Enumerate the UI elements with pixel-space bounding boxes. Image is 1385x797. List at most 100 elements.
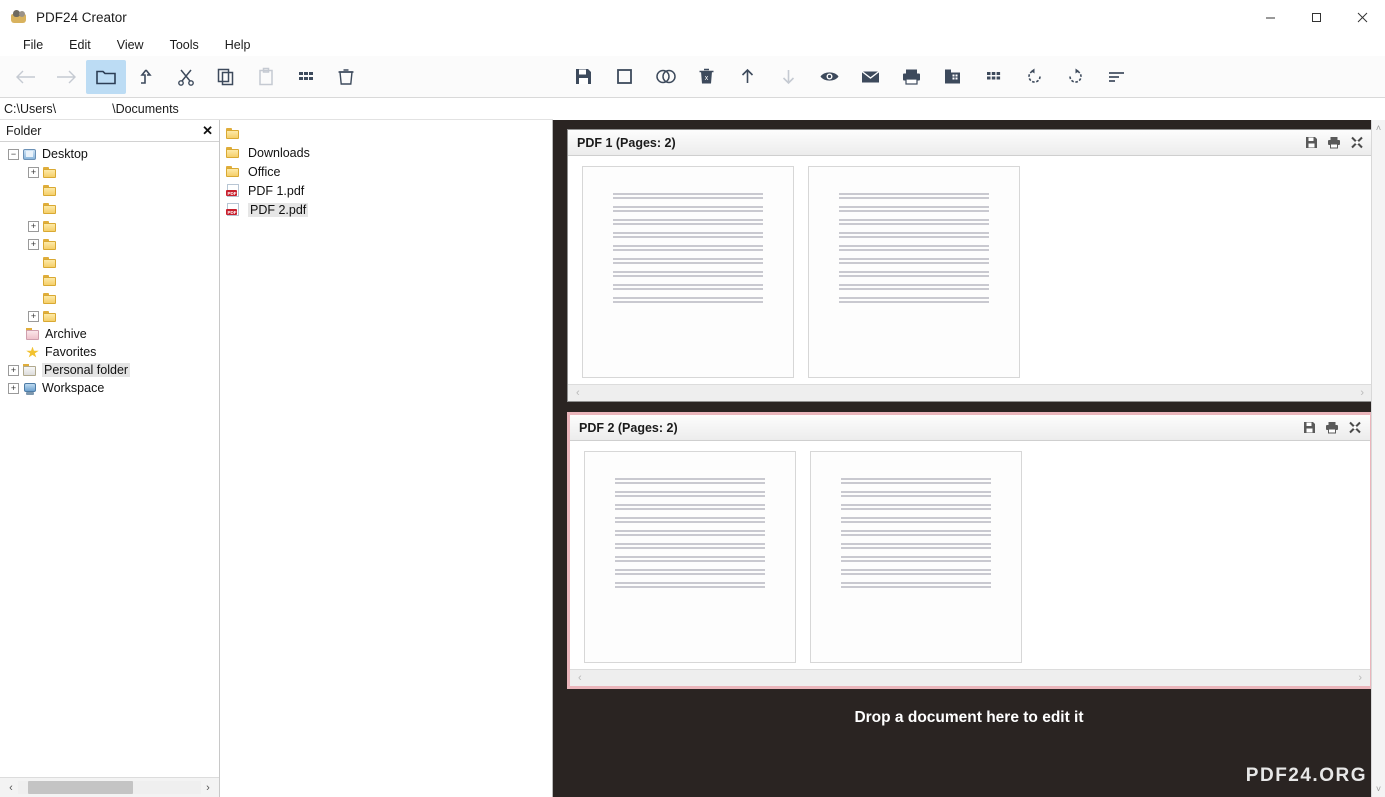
tree-node-child[interactable]: + <box>0 307 219 325</box>
scroll-thumb[interactable] <box>28 781 133 794</box>
select-page-button[interactable] <box>604 60 645 94</box>
expander-icon[interactable]: + <box>28 220 39 232</box>
folder-tree-horizontal-scrollbar[interactable]: ‹ › <box>0 777 219 797</box>
menu-view[interactable]: View <box>104 36 157 54</box>
page-thumbnail[interactable] <box>810 451 1022 663</box>
tree-node-child[interactable] <box>0 181 219 199</box>
email-button[interactable] <box>850 60 891 94</box>
tree-node-child[interactable]: + <box>0 217 219 235</box>
folder-button[interactable] <box>86 59 126 94</box>
print-button[interactable] <box>891 60 932 94</box>
tree-node-favorites[interactable]: Favorites <box>0 343 219 361</box>
folder-pane-header: Folder ✕ <box>0 120 219 142</box>
menu-tools[interactable]: Tools <box>157 36 212 54</box>
document-actions <box>1303 421 1362 434</box>
list-item[interactable]: PDF PDF 2.pdf <box>220 200 552 219</box>
merge-button[interactable] <box>645 60 686 94</box>
expander-icon[interactable]: + <box>8 364 19 376</box>
list-item[interactable] <box>220 124 552 143</box>
path-bar[interactable]: C:\Users\ \Documents <box>0 98 553 120</box>
rotate-left-button[interactable] <box>1014 60 1055 94</box>
page-thumbnail[interactable] <box>808 166 1020 378</box>
list-item[interactable]: PDF PDF 1.pdf <box>220 181 552 200</box>
move-up-button[interactable] <box>126 60 166 94</box>
page-move-down-button[interactable] <box>768 60 809 94</box>
file-toolbar <box>0 56 553 98</box>
fax-button[interactable] <box>932 60 973 94</box>
viewer-vertical-scrollbar[interactable]: ˄ ˅ <box>1371 120 1385 797</box>
scroll-left-arrow-icon[interactable]: ‹ <box>578 672 582 684</box>
rotate-right-button[interactable] <box>1055 60 1096 94</box>
tree-node-child[interactable] <box>0 271 219 289</box>
close-icon[interactable] <box>1348 421 1362 434</box>
menu-edit[interactable]: Edit <box>56 36 104 54</box>
page-thumbnail[interactable] <box>582 166 794 378</box>
print-icon[interactable] <box>1325 421 1339 434</box>
tree-node-child[interactable] <box>0 289 219 307</box>
scroll-right-arrow-icon[interactable]: › <box>201 782 215 794</box>
page-move-up-button[interactable] <box>727 60 768 94</box>
page-thumbnails <box>568 156 1372 384</box>
scroll-track[interactable] <box>18 781 201 794</box>
scroll-left-arrow-icon[interactable]: ‹ <box>576 387 580 399</box>
minimize-icon <box>1265 17 1275 18</box>
tree-node-desktop[interactable]: − Desktop <box>0 145 219 163</box>
email-icon <box>861 70 880 83</box>
drop-zone[interactable]: Drop a document here to edit it <box>553 709 1385 727</box>
scroll-left-arrow-icon[interactable]: ‹ <box>4 782 18 794</box>
document-panel-pdf1[interactable]: PDF 1 (Pages: 2) ‹ › <box>567 129 1373 402</box>
tree-node-child[interactable] <box>0 253 219 271</box>
tree-node-personal-folder[interactable]: + Personal folder <box>0 361 219 379</box>
document-actions <box>1305 136 1364 149</box>
tree-node-child[interactable]: + <box>0 163 219 181</box>
delete-button[interactable] <box>326 60 366 94</box>
toolbar-row: x <box>0 56 1385 98</box>
scroll-up-arrow-icon[interactable]: ˄ <box>1376 123 1381 133</box>
expander-icon[interactable]: + <box>28 166 39 178</box>
expander-icon[interactable]: + <box>28 310 39 322</box>
folder-icon <box>225 164 242 179</box>
document-horizontal-scrollbar[interactable]: ‹ › <box>570 669 1370 686</box>
page-grid-button[interactable] <box>973 60 1014 94</box>
maximize-button[interactable] <box>1293 0 1339 34</box>
close-icon[interactable]: ✕ <box>202 124 213 137</box>
tree-node-workspace[interactable]: + Workspace <box>0 379 219 397</box>
preview-button[interactable] <box>809 60 850 94</box>
print-icon[interactable] <box>1327 136 1341 149</box>
tree-node-label: Workspace <box>42 381 105 395</box>
menu-file[interactable]: File <box>10 36 56 54</box>
expander-icon[interactable]: − <box>8 148 19 160</box>
tree-node-archive[interactable]: Archive <box>0 325 219 343</box>
list-item[interactable]: Downloads <box>220 143 552 162</box>
forward-icon <box>57 70 76 83</box>
copy-button[interactable] <box>206 60 246 94</box>
cut-button[interactable] <box>166 60 206 94</box>
paste-button[interactable] <box>246 60 286 94</box>
properties-button[interactable] <box>1096 60 1137 94</box>
back-button[interactable] <box>6 60 46 94</box>
delete-page-button[interactable]: x <box>686 60 727 94</box>
scroll-right-arrow-icon[interactable]: › <box>1358 672 1362 684</box>
folder-icon <box>42 309 59 324</box>
document-panel-pdf2[interactable]: PDF 2 (Pages: 2) ‹ › <box>567 412 1373 689</box>
page-thumbnail[interactable] <box>584 451 796 663</box>
minimize-button[interactable] <box>1247 0 1293 34</box>
document-horizontal-scrollbar[interactable]: ‹ › <box>568 384 1372 401</box>
expander-icon[interactable]: + <box>28 238 39 250</box>
forward-button[interactable] <box>46 60 86 94</box>
save-icon[interactable] <box>1305 136 1318 149</box>
scroll-right-arrow-icon[interactable]: › <box>1360 387 1364 399</box>
save-button[interactable] <box>563 60 604 94</box>
grid-view-button[interactable] <box>286 60 326 94</box>
save-icon[interactable] <box>1303 421 1316 434</box>
tree-node-child[interactable] <box>0 199 219 217</box>
menu-help[interactable]: Help <box>212 36 264 54</box>
list-item[interactable]: Office <box>220 162 552 181</box>
folder-icon <box>42 201 59 216</box>
close-icon[interactable] <box>1350 136 1364 149</box>
tree-node-child[interactable]: + <box>0 235 219 253</box>
scroll-down-arrow-icon[interactable]: ˅ <box>1376 784 1381 794</box>
close-button[interactable] <box>1339 0 1385 34</box>
expander-icon[interactable]: + <box>8 382 19 394</box>
rotate-left-icon <box>1028 68 1041 83</box>
